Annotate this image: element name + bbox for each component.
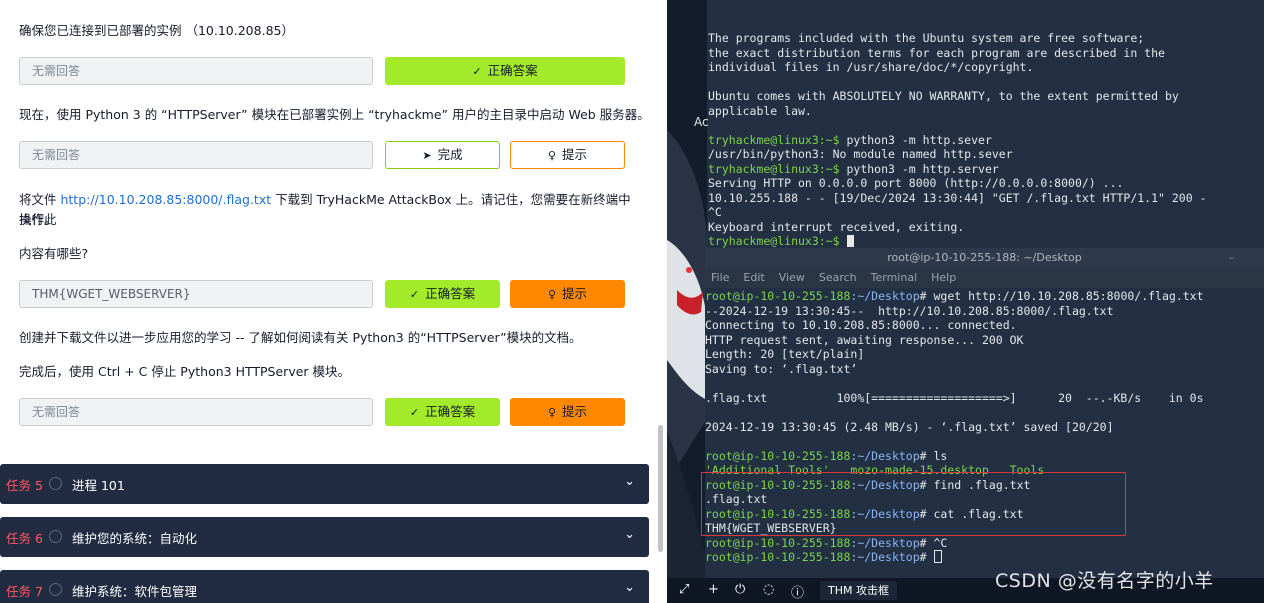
correct-answer-button-1[interactable]: ✓ 正确答案 — [385, 57, 625, 85]
attackbox-desktop: The programs included with the Ubuntu sy… — [667, 0, 1264, 603]
menu-help[interactable]: Help — [931, 271, 956, 284]
task-status-circle-icon — [49, 583, 62, 596]
question-3: 将文件 http://10.10.208.85:8000/.flag.txt 下… — [19, 192, 631, 227]
task-header-6[interactable]: 任务 6 维护您的系统：自动化 ⌄ — [0, 517, 649, 557]
terminal-cursor — [933, 550, 942, 563]
flag-file-link[interactable]: http://10.10.208.85:8000/.flag.txt — [60, 192, 271, 207]
menu-view[interactable]: View — [779, 271, 805, 284]
eye-off-icon[interactable]: ◌ — [763, 582, 774, 597]
room-task-panel: 确保您已连接到已部署的实例 （10.10.208.85） 无需回答 ✓ 正确答案 … — [0, 0, 660, 603]
terminal-2-titlebar[interactable]: root@ip-10-10-255-188: ~/Desktop – — [705, 248, 1264, 268]
question-1: 确保您已连接到已部署的实例 （10.10.208.85） — [19, 23, 294, 38]
answer-field-4[interactable]: THM{WGET_WEBSERVER} — [19, 280, 373, 308]
left-panel-scrollbar[interactable] — [658, 425, 663, 552]
lightbulb-icon: ♀ — [547, 406, 557, 419]
attackbox-tab[interactable]: THM 攻击框 — [820, 581, 897, 600]
watermark: CSDN @没有名字的小羊 — [995, 570, 1214, 592]
lightbulb-icon: ♀ — [547, 288, 557, 301]
menu-terminal[interactable]: Terminal — [871, 271, 918, 284]
task-header-5[interactable]: 任务 5 进程 101 ⌄ — [0, 464, 649, 504]
highlight-box — [701, 472, 1126, 536]
fullscreen-icon[interactable]: ⤢ — [679, 582, 689, 597]
minimize-icon[interactable]: – — [1229, 248, 1235, 268]
terminal-2-menubar: File Edit View Search Terminal Help — [705, 268, 1264, 288]
info-icon[interactable]: ⓘ — [791, 582, 804, 601]
terminal-linux3[interactable]: The programs included with the Ubuntu sy… — [707, 0, 1264, 248]
question-4: 内容有哪些? — [19, 246, 89, 261]
menu-file[interactable]: File — [711, 271, 729, 284]
plus-icon[interactable]: + — [708, 582, 719, 597]
correct-answer-button-4[interactable]: ✓ 正确答案 — [385, 280, 500, 308]
task-status-circle-icon — [49, 530, 62, 543]
task-status-circle-icon — [49, 477, 62, 490]
question-3-line-2: 操作。 — [19, 212, 57, 227]
correct-answer-button-6[interactable]: ✓ 正确答案 — [385, 398, 500, 426]
chevron-down-icon[interactable]: ⌄ — [624, 474, 635, 489]
question-2: 现在，使用 Python 3 的 “HTTPServer” 模块在已部署实例上 … — [19, 107, 650, 122]
check-icon: ✓ — [472, 65, 482, 78]
check-icon: ✓ — [409, 406, 420, 419]
power-icon[interactable]: ⏻ — [735, 582, 745, 597]
answer-field-2[interactable]: 无需回答 — [19, 141, 373, 169]
chevron-down-icon[interactable]: ⌄ — [624, 527, 635, 542]
question-6: 完成后，使用 Ctrl + C 停止 Python3 HTTPServer 模块… — [19, 364, 351, 379]
question-5: 创建并下载文件以进一步应用您的学习 -- 了解如何阅读有关 Python3 的“… — [19, 330, 582, 345]
hint-button-6[interactable]: ♀ 提示 — [510, 398, 625, 426]
answer-field-6[interactable]: 无需回答 — [19, 398, 373, 426]
desktop-label-fragment: Ac — [694, 115, 709, 129]
lightbulb-icon: ♀ — [547, 149, 557, 162]
terminal-cursor — [846, 235, 854, 247]
task-header-7[interactable]: 任务 7 维护系统：软件包管理 ⌄ — [0, 570, 649, 603]
terminal-linux3-output: The programs included with the Ubuntu sy… — [708, 31, 1207, 248]
send-icon: ➤ — [422, 149, 432, 162]
check-icon: ✓ — [409, 288, 420, 301]
chevron-down-icon[interactable]: ⌄ — [624, 580, 635, 595]
hint-button-4[interactable]: ♀ 提示 — [510, 280, 625, 308]
menu-edit[interactable]: Edit — [743, 271, 764, 284]
hint-button-2[interactable]: ♀ 提示 — [510, 141, 625, 169]
answer-field-1[interactable]: 无需回答 — [19, 57, 373, 85]
menu-search[interactable]: Search — [819, 271, 857, 284]
complete-button[interactable]: ➤ 完成 — [385, 141, 500, 169]
